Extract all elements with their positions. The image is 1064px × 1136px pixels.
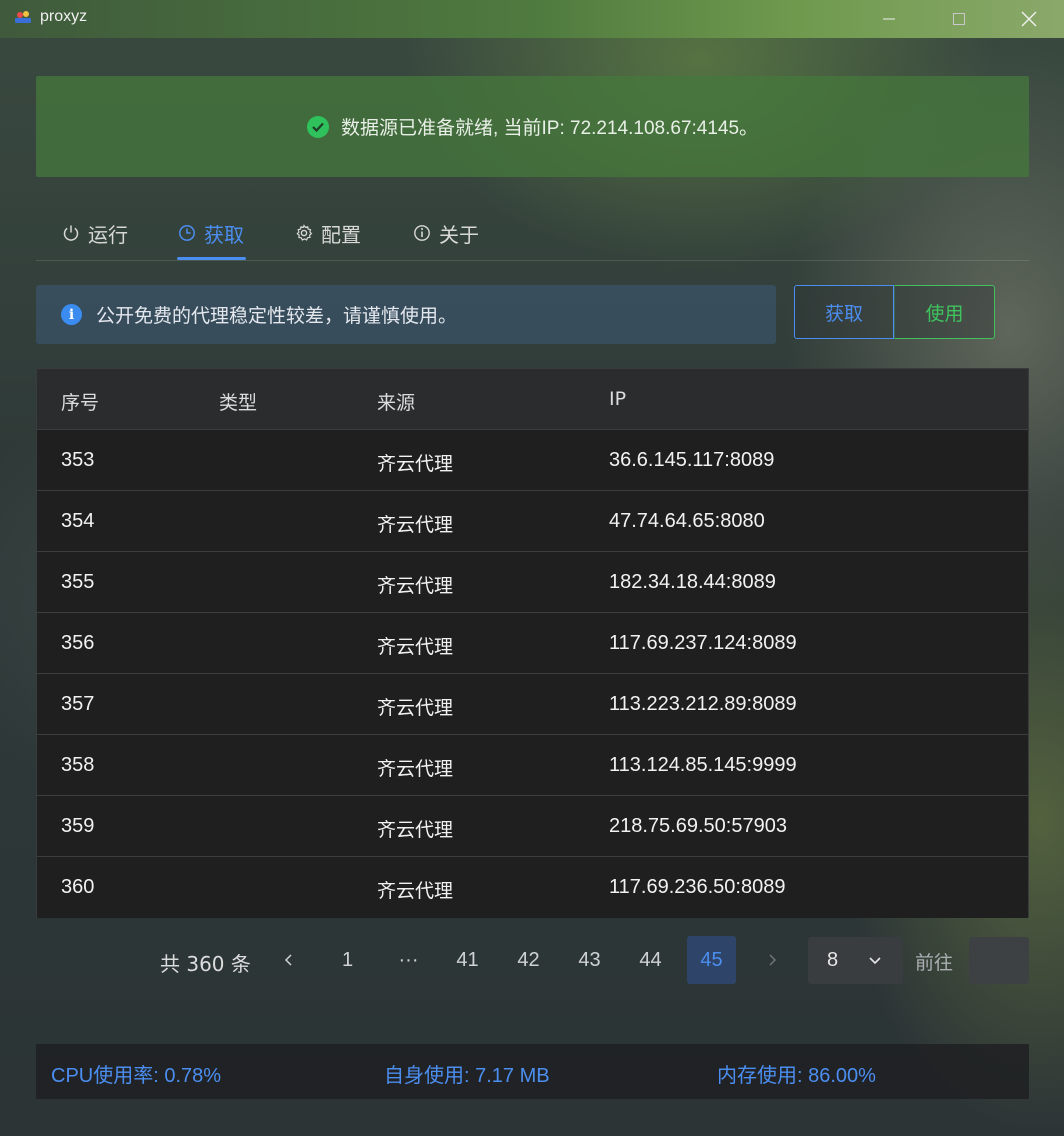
cell-source: 齐云代理 [377, 758, 454, 780]
table-row[interactable]: 358 齐云代理 113.124.85.145:9999 [37, 735, 1028, 796]
cell-ip: 113.223.212.89:8089 [609, 693, 797, 715]
cell-index: 360 [61, 876, 95, 898]
cell-ip: 36.6.145.117:8089 [609, 449, 775, 471]
pagination: 共 360 条 1 ··· 41 42 43 44 45 8 前往 [0, 936, 1064, 984]
column-header-ip: IP [609, 388, 627, 410]
app-icon [14, 9, 32, 25]
page-button[interactable]: 44 [626, 936, 675, 984]
cell-index: 353 [61, 449, 95, 471]
page-button[interactable]: 1 [323, 936, 372, 984]
cell-ip: 182.34.18.44:8089 [609, 571, 776, 593]
table-row[interactable]: 355 齐云代理 182.34.18.44:8089 [37, 552, 1028, 613]
tab-bar: 运行 获取 配置 关于 [36, 207, 1029, 261]
fetch-button[interactable]: 获取 [794, 285, 894, 339]
cpu-usage: CPU使用率: 0.78% [51, 1065, 222, 1087]
check-circle-icon [306, 115, 329, 138]
self-memory-usage: 自身使用: 7.17 MB [384, 1065, 550, 1087]
banner-text: 数据源已准备就绪, 当前IP: 72.214.108.67:4145。 [340, 118, 759, 139]
page-ellipsis[interactable]: ··· [384, 936, 433, 984]
notice-text: 公开免费的代理稳定性较差，请谨慎使用。 [96, 305, 458, 327]
next-page-button[interactable] [747, 936, 796, 984]
cell-ip: 47.74.64.65:8080 [609, 510, 765, 532]
info-circle-icon: i [61, 304, 82, 325]
table-row[interactable]: 360 齐云代理 117.69.236.50:8089 [37, 857, 1028, 918]
tab-about[interactable]: 关于 [413, 219, 479, 247]
info-notice: i 公开免费的代理稳定性较差，请谨慎使用。 [36, 285, 776, 344]
chevron-left-icon [284, 954, 292, 966]
table-row[interactable]: 353 齐云代理 36.6.145.117:8089 [37, 430, 1028, 491]
tab-run[interactable]: 运行 [62, 219, 128, 247]
tab-run-label: 运行 [88, 222, 128, 247]
cell-index: 358 [61, 754, 95, 776]
page-button[interactable]: 42 [504, 936, 553, 984]
cell-index: 356 [61, 632, 95, 654]
power-icon [63, 225, 79, 241]
cell-ip: 117.69.237.124:8089 [609, 632, 797, 654]
cell-source: 齐云代理 [377, 575, 454, 597]
cell-source: 齐云代理 [377, 819, 454, 841]
tab-about-label: 关于 [439, 222, 479, 247]
status-banner: 数据源已准备就绪, 当前IP: 72.214.108.67:4145。 [36, 76, 1029, 177]
table-header: 序号 类型 来源 IP [37, 369, 1028, 430]
cell-ip: 218.75.69.50:57903 [609, 815, 787, 837]
maximize-icon [953, 13, 965, 25]
prev-page-button[interactable] [264, 936, 313, 984]
memory-usage: 内存使用: 86.00% [717, 1065, 876, 1087]
chevron-right-icon [768, 954, 776, 966]
cell-source: 齐云代理 [377, 697, 454, 719]
close-button[interactable] [1006, 0, 1052, 38]
table-row[interactable]: 357 齐云代理 113.223.212.89:8089 [37, 674, 1028, 735]
page-button[interactable]: 43 [565, 936, 614, 984]
maximize-button[interactable] [936, 0, 982, 38]
cell-index: 354 [61, 510, 95, 532]
column-header-index: 序号 [61, 392, 100, 414]
cell-source: 齐云代理 [377, 514, 454, 536]
page-size-select[interactable]: 8 [808, 937, 903, 984]
use-button[interactable]: 使用 [894, 285, 995, 339]
cell-source: 齐云代理 [377, 453, 454, 475]
page-size-value: 8 [827, 949, 839, 971]
gear-icon [296, 224, 313, 241]
title-bar: proxyz [0, 0, 1064, 38]
cell-index: 357 [61, 693, 95, 715]
proxy-table: 序号 类型 来源 IP 353 齐云代理 36.6.145.117:8089 3… [36, 368, 1029, 918]
minimize-button[interactable] [866, 0, 912, 38]
active-tab-indicator [177, 257, 246, 260]
tab-fetch[interactable]: 获取 [178, 219, 244, 247]
page-button[interactable]: 41 [443, 936, 492, 984]
tab-fetch-label: 获取 [204, 222, 244, 247]
page-button-current[interactable]: 45 [687, 936, 736, 984]
column-header-type: 类型 [219, 392, 258, 414]
tab-config[interactable]: 配置 [295, 219, 361, 247]
window-title: proxyz [40, 8, 88, 25]
info-icon [414, 225, 430, 241]
cell-index: 355 [61, 571, 95, 593]
chevron-down-icon [869, 957, 881, 965]
table-row[interactable]: 359 齐云代理 218.75.69.50:57903 [37, 796, 1028, 857]
status-bar: CPU使用率: 0.78% 自身使用: 7.17 MB 内存使用: 86.00% [36, 1044, 1029, 1099]
goto-page-input[interactable] [969, 937, 1029, 984]
action-button-group: 获取 使用 [794, 285, 995, 339]
close-icon [1021, 11, 1037, 27]
cell-source: 齐云代理 [377, 636, 454, 658]
clock-icon [179, 225, 195, 241]
cell-index: 359 [61, 815, 95, 837]
cell-source: 齐云代理 [377, 880, 454, 902]
minimize-icon [883, 18, 895, 20]
total-count: 共 360 条 [160, 952, 251, 976]
cell-ip: 113.124.85.145:9999 [609, 754, 797, 776]
goto-label: 前往 [915, 952, 954, 974]
table-row[interactable]: 356 齐云代理 117.69.237.124:8089 [37, 613, 1028, 674]
column-header-source: 来源 [377, 392, 416, 414]
tab-config-label: 配置 [321, 222, 361, 247]
table-row[interactable]: 354 齐云代理 47.74.64.65:8080 [37, 491, 1028, 552]
cell-ip: 117.69.236.50:8089 [609, 876, 786, 898]
